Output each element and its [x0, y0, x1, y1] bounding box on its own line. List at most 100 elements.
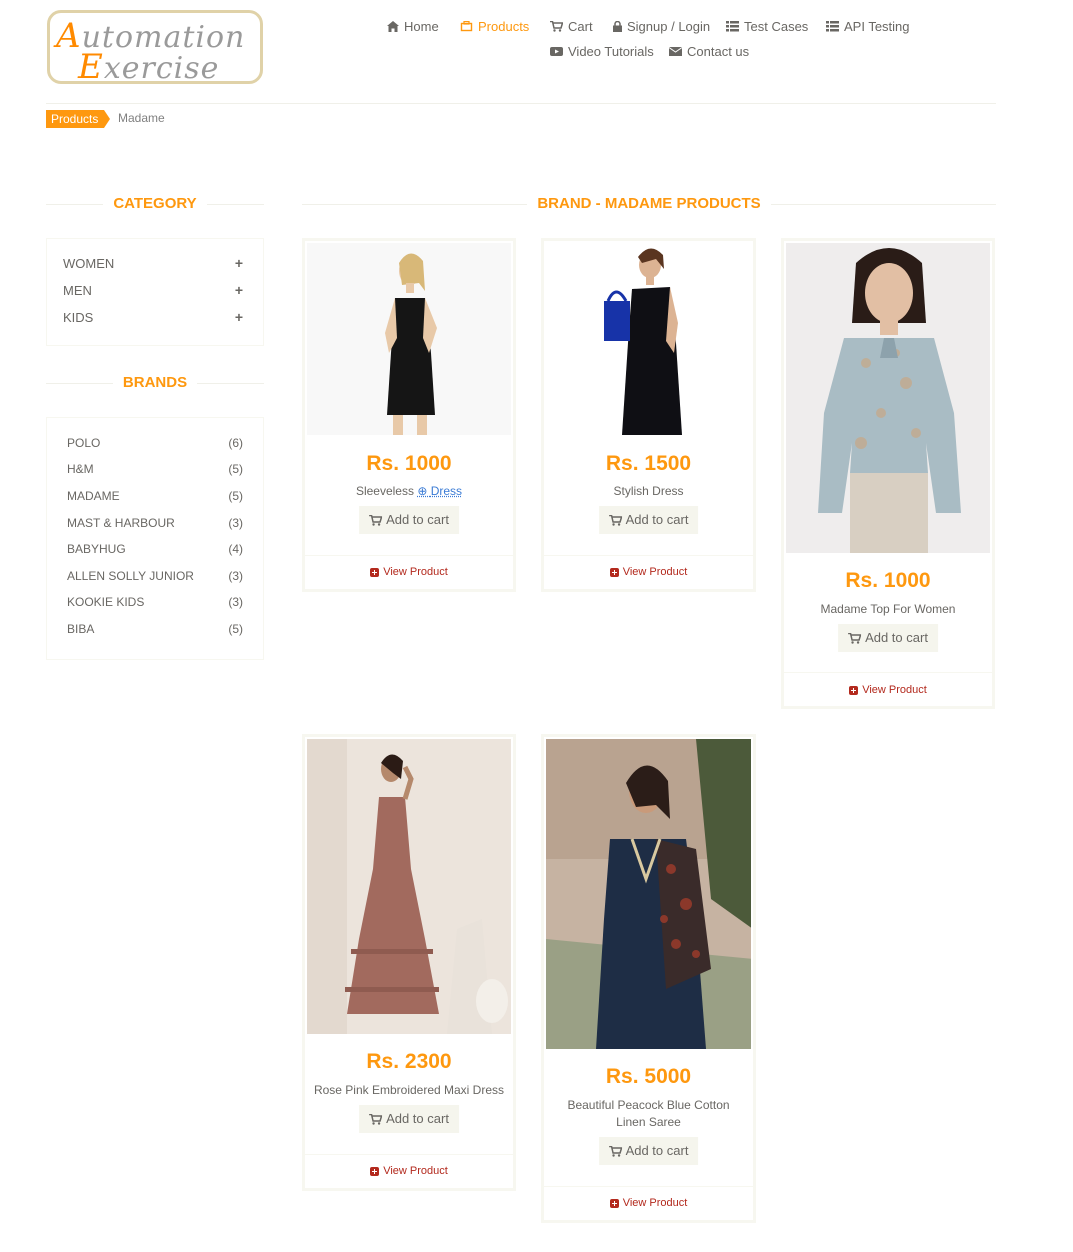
category-men-label: Men [63, 283, 92, 298]
brand-name: Kookie Kids [67, 595, 145, 609]
brand-item-hm[interactable]: H&M (5) [67, 462, 243, 476]
category-kids-label: Kids [63, 310, 94, 325]
product-image [546, 739, 751, 1049]
logo-line2: Exercise [78, 47, 220, 87]
cart-icon [608, 1145, 622, 1157]
brand-item-kookie-kids[interactable]: Kookie Kids (3) [67, 595, 243, 609]
cart-icon [369, 1113, 383, 1125]
product-card: Rs. 5000 Beautiful Peacock Blue Cotton L… [541, 734, 756, 1223]
list-icon [726, 21, 739, 32]
product-image [307, 243, 511, 435]
plus-square-icon [609, 1198, 619, 1208]
product-name-part: Sleeveless [355, 484, 414, 498]
nav-home[interactable]: Home [387, 19, 439, 34]
product-card: Rs. 2300 Rose Pink Embroidered Maxi Dres… [302, 734, 516, 1191]
product-image [786, 243, 990, 553]
home-icon [387, 21, 399, 32]
brand-item-madame[interactable]: Madame (5) [67, 489, 243, 503]
view-product-link[interactable]: View Product [544, 566, 753, 578]
brand-item-allen-solly-junior[interactable]: Allen Solly Junior (3) [67, 569, 243, 583]
brand-count: (3) [228, 516, 243, 530]
brand-name: Babyhug [67, 542, 126, 556]
plus-square-icon [370, 567, 380, 577]
brand-item-babyhug[interactable]: Babyhug (4) [67, 542, 243, 556]
product-card: Rs. 1000 Madame Top For Women Add to car… [781, 238, 995, 709]
nav-video-tutorials-label: Video Tutorials [568, 44, 654, 59]
plus-square-icon [609, 567, 619, 577]
view-product-link[interactable]: View Product [305, 566, 513, 578]
view-product-link[interactable]: View Product [784, 684, 992, 696]
brands-heading-text: Brands [112, 374, 198, 391]
view-product-link[interactable]: View Product [544, 1197, 753, 1209]
expand-icon[interactable]: + [235, 255, 243, 271]
category-kids[interactable]: Kids + [63, 309, 243, 325]
view-product-label: View Product [383, 566, 448, 578]
brand-item-mast-harbour[interactable]: Mast & Harbour (3) [67, 516, 243, 530]
cart-icon [550, 21, 563, 32]
cart-icon [848, 632, 862, 644]
nav-test-cases-label: Test Cases [744, 19, 809, 34]
category-men[interactable]: Men + [63, 282, 243, 298]
category-heading: Category [46, 195, 264, 212]
add-to-cart-button[interactable]: Add to cart [359, 1105, 459, 1133]
dress-link[interactable]: ⊕ Dress [417, 484, 462, 498]
brand-name: Biba [67, 622, 95, 636]
card-divider [544, 555, 753, 556]
add-to-cart-button[interactable]: Add to cart [598, 506, 699, 534]
nav-test-cases[interactable]: Test Cases [726, 19, 808, 34]
view-product-label: View Product [383, 1165, 448, 1177]
nav-video-tutorials[interactable]: Video Tutorials [550, 44, 654, 59]
nav-cart[interactable]: Cart [550, 19, 593, 34]
main-heading-text: Brand - Madame Products [527, 195, 771, 212]
brand-count: (4) [228, 542, 243, 556]
add-to-cart-label: Add to cart [625, 1143, 689, 1158]
category-women-label: Women [63, 256, 115, 271]
brand-name: H&M [67, 462, 94, 476]
brand-count: (5) [228, 622, 243, 636]
plus-square-icon [849, 685, 859, 695]
brands-panel: Polo (6) H&M (5) Madame (5) Mast & Harbour (… [46, 417, 264, 660]
nav-signup-login[interactable]: Signup / Login [613, 19, 710, 34]
nav-api-testing[interactable]: API Testing [826, 19, 910, 34]
expand-icon[interactable]: + [235, 282, 243, 298]
product-price: Rs. 1000 [845, 569, 931, 592]
brand-item-biba[interactable]: Biba (5) [67, 622, 243, 636]
product-price: Rs. 1500 [605, 452, 692, 475]
add-to-cart-button[interactable]: Add to cart [598, 1137, 699, 1165]
card-divider [544, 1186, 753, 1187]
product-name-part: Dress [430, 484, 463, 498]
nav-contact-us-label: Contact us [687, 44, 750, 59]
view-product-label: View Product [622, 1197, 688, 1209]
add-to-cart-label: Add to cart [865, 630, 928, 645]
category-heading-text: Category [103, 195, 207, 212]
add-to-cart-button[interactable]: Add to cart [359, 506, 459, 534]
card-divider [784, 672, 992, 673]
brands-heading: Brands [46, 374, 264, 391]
brand-name: Madame [67, 489, 120, 503]
cart-icon [369, 514, 383, 526]
brand-count: (6) [228, 436, 243, 450]
view-product-link[interactable]: View Product [305, 1165, 513, 1177]
brand-count: (3) [228, 595, 243, 609]
site-logo[interactable]: Automation Exercise [47, 10, 263, 87]
nav-contact-us[interactable]: Contact us [669, 44, 749, 59]
view-product-label: View Product [862, 684, 927, 696]
brand-item-polo[interactable]: Polo (6) [67, 436, 243, 450]
breadcrumb-products[interactable]: Products [46, 110, 111, 128]
product-name: Stylish Dress [613, 484, 684, 498]
category-women[interactable]: Women + [63, 255, 243, 271]
nav-cart-label: Cart [568, 19, 593, 34]
product-price: Rs. 5000 [605, 1065, 692, 1088]
product-image [546, 243, 751, 435]
add-to-cart-label: Add to cart [625, 512, 689, 527]
card-divider [305, 1154, 513, 1155]
brand-name: Polo [67, 436, 101, 450]
plus-square-icon [370, 1166, 380, 1176]
product-image-graphic [546, 243, 751, 435]
expand-icon[interactable]: + [235, 309, 243, 325]
product-name: Beautiful Peacock Blue Cotton Linen Sare… [567, 1098, 730, 1129]
add-to-cart-button[interactable]: Add to cart [838, 624, 938, 652]
brand-count: (5) [228, 462, 243, 476]
brand-count: (3) [228, 569, 243, 583]
nav-products[interactable]: Products [460, 19, 529, 34]
